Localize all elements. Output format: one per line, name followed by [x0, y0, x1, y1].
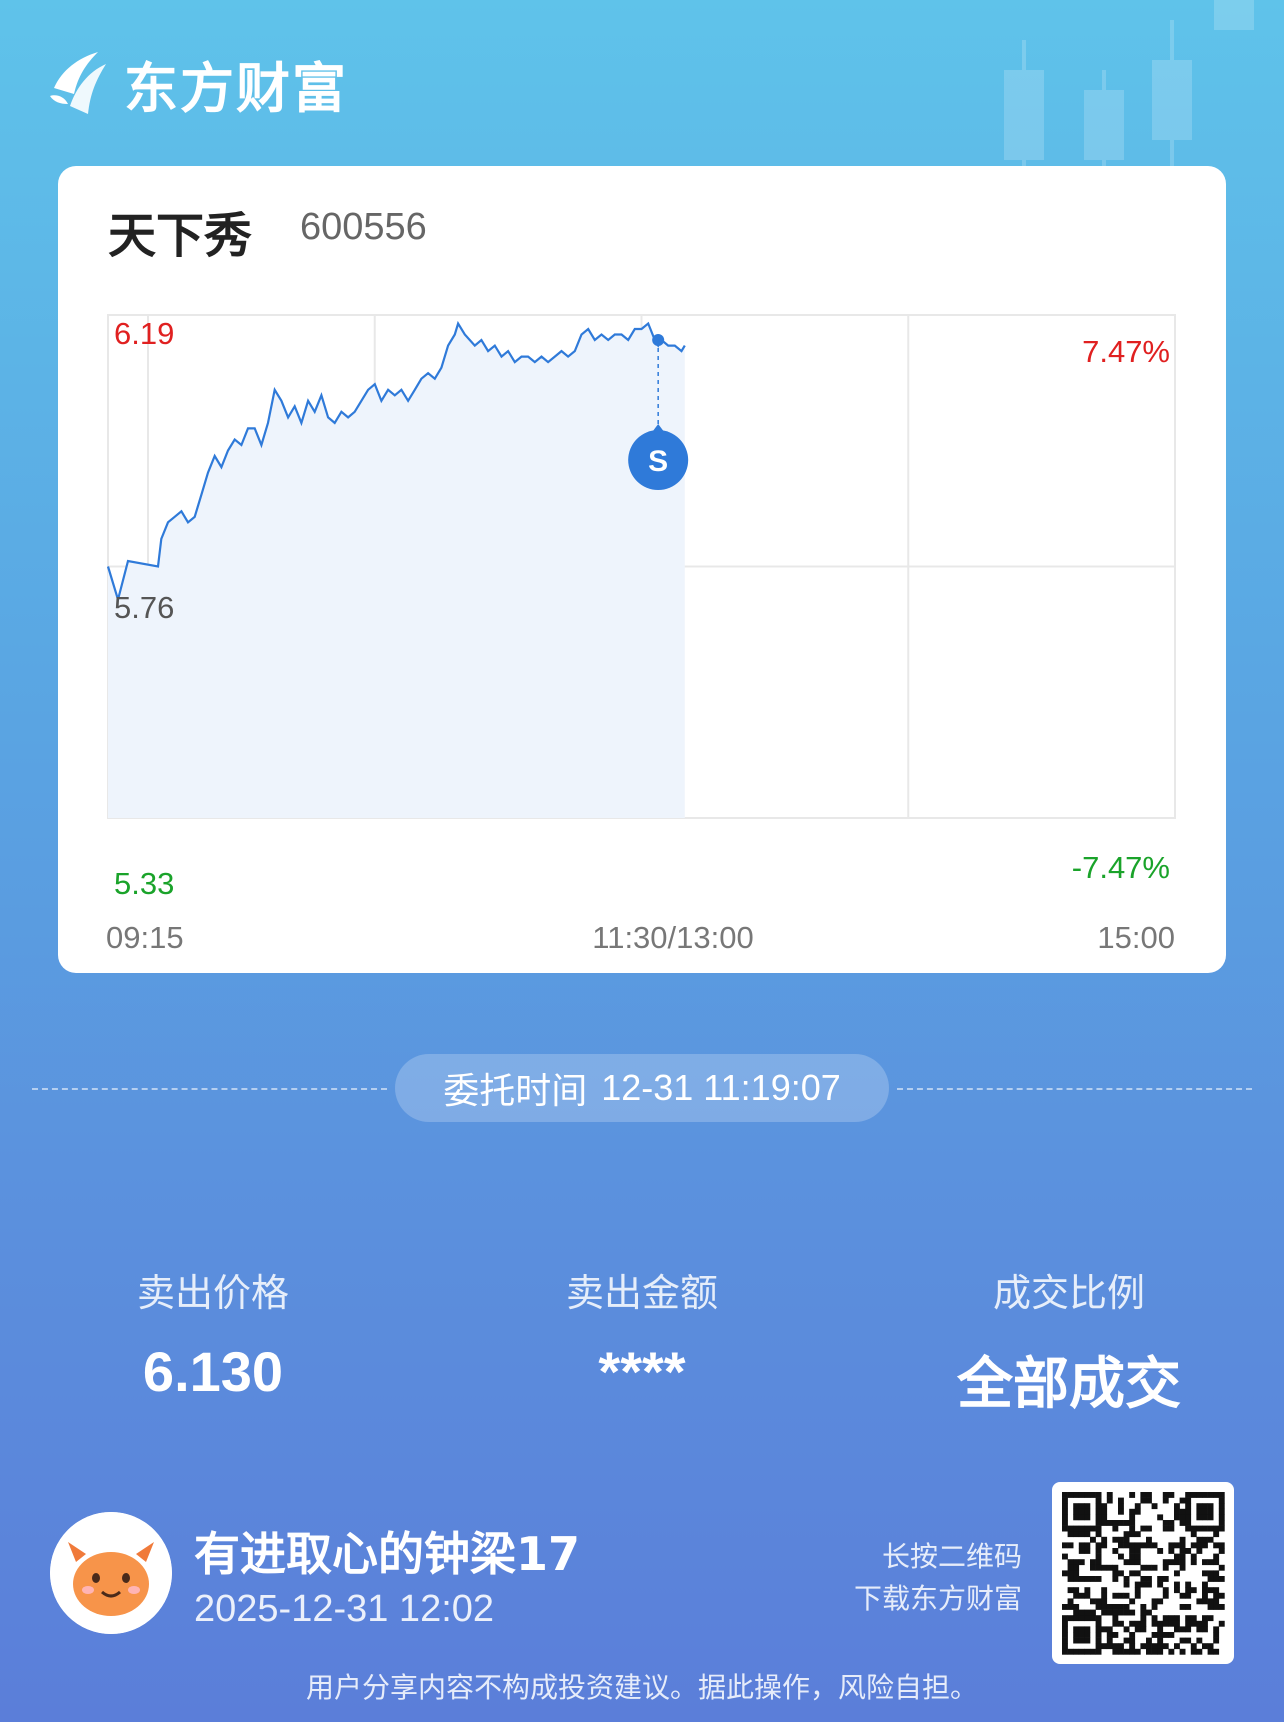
brand-name: 东方财富 [124, 56, 348, 120]
price-mid-label: 5.76 [114, 590, 174, 625]
price-low-label: 5.33 [114, 866, 174, 901]
stock-chart-card[interactable]: 天下秀 600556 S 6.19 5.76 5.33 7.47% -7.47%… [58, 166, 1226, 973]
intraday-chart: S 6.19 5.76 5.33 7.47% -7.47% 09:15 11:3… [106, 314, 1176, 955]
sell-price-stat: 卖出价格 6.130 [48, 1262, 378, 1404]
time-tick-start: 09:15 [106, 920, 184, 955]
cartoon-avatar-icon [50, 1512, 172, 1634]
fill-ratio-stat: 成交比例 全部成交 [904, 1262, 1234, 1420]
eastmoney-logo-icon [50, 52, 106, 114]
order-time-row: 委托时间 12-31 11:19:07 [0, 1054, 1284, 1124]
qr-code-icon [1062, 1492, 1225, 1655]
price-high-label: 6.19 [114, 316, 174, 351]
qr-tip-line1: 长按二维码 [881, 1540, 1022, 1573]
avatar[interactable] [50, 1512, 172, 1634]
pct-low-label: -7.47% [1072, 850, 1170, 885]
sell-amount-label: 卖出金额 [565, 1271, 718, 1315]
order-time-pill: 委托时间 12-31 11:19:07 [395, 1054, 889, 1122]
sell-price-label: 卖出价格 [136, 1271, 289, 1315]
divider-right [897, 1088, 1252, 1090]
sell-amount-stat: 卖出金额 **** [477, 1262, 807, 1404]
trade-stats: 卖出价格 6.130 卖出金额 **** 成交比例 全部成交 [0, 1262, 1284, 1417]
qr-tip-line2: 下载东方财富 [853, 1582, 1022, 1615]
sell-price-value: 6.130 [142, 1340, 284, 1403]
qr-code[interactable] [1052, 1482, 1234, 1664]
fill-ratio-label: 成交比例 [992, 1271, 1145, 1315]
share-date: 2025-12-31 12:02 [194, 1588, 495, 1630]
user-name: 有进取心的钟梁17 [194, 1527, 581, 1581]
sell-amount-value: **** [598, 1340, 686, 1403]
disclaimer: 用户分享内容不构成投资建议。据此操作，风险自担。 [305, 1671, 978, 1704]
price-area [108, 323, 685, 818]
order-time-value: 12-31 11:19:07 [601, 1067, 841, 1108]
brand-logo: 东方财富 [48, 48, 348, 120]
marker-label: S [648, 445, 668, 478]
order-time-label: 委托时间 [443, 1071, 588, 1112]
time-tick-end: 15:00 [1097, 920, 1175, 955]
fill-ratio-value: 全部成交 [957, 1352, 1181, 1417]
qr-tip: 长按二维码 下载东方财富 [854, 1536, 1022, 1620]
time-tick-mid: 11:30/13:00 [592, 920, 753, 955]
pct-high-label: 7.47% [1082, 334, 1170, 369]
divider-left [32, 1088, 387, 1090]
